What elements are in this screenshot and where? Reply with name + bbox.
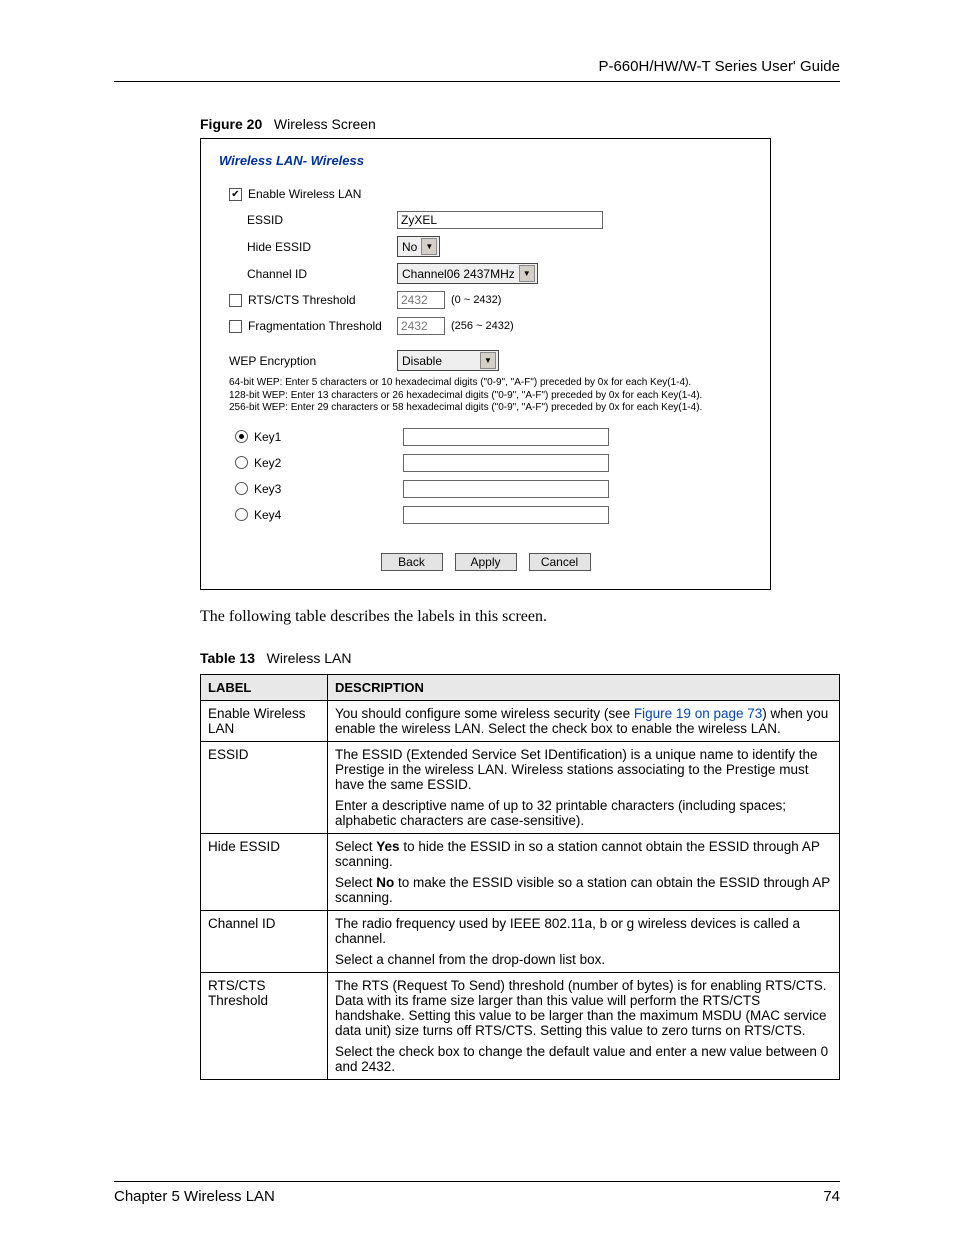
dropdown-arrow-icon: ▼ xyxy=(519,265,535,282)
rts-label: RTS/CTS Threshold xyxy=(248,293,356,307)
footer-page: 74 xyxy=(823,1188,840,1205)
key4-label: Key4 xyxy=(254,508,281,522)
description-table: LABEL DESCRIPTION Enable Wireless LANYou… xyxy=(200,674,840,1080)
key2-input[interactable] xyxy=(403,454,609,472)
row-desc: The RTS (Request To Send) threshold (num… xyxy=(328,972,840,1079)
row-desc: Select Yes to hide the ESSID in so a sta… xyxy=(328,833,840,910)
screenshot-breadcrumb: Wireless LAN- Wireless xyxy=(219,153,752,168)
hide-essid-value: No xyxy=(402,240,417,254)
row-desc: You should configure some wireless secur… xyxy=(328,700,840,741)
channel-id-label: Channel ID xyxy=(247,267,307,281)
th-desc: DESCRIPTION xyxy=(328,674,840,700)
table-row: Enable Wireless LANYou should configure … xyxy=(201,700,840,741)
cross-ref-link[interactable]: Figure 19 on page 73 xyxy=(634,706,762,721)
table-row: Hide ESSIDSelect Yes to hide the ESSID i… xyxy=(201,833,840,910)
running-header: P-660H/HW/W-T Series User' Guide xyxy=(114,58,840,82)
wep-label: WEP Encryption xyxy=(229,354,316,368)
key3-radio[interactable] xyxy=(235,482,248,495)
enable-wlan-label: Enable Wireless LAN xyxy=(248,187,361,201)
frag-checkbox[interactable] xyxy=(229,320,242,333)
frag-label: Fragmentation Threshold xyxy=(248,319,382,333)
figure-label: Figure 20 xyxy=(200,116,262,132)
essid-label: ESSID xyxy=(247,213,283,227)
figure-caption: Figure 20 Wireless Screen xyxy=(200,116,840,132)
frag-range: (256 ~ 2432) xyxy=(451,320,514,332)
table-row: Channel IDThe radio frequency used by IE… xyxy=(201,910,840,972)
table-row: RTS/CTS ThresholdThe RTS (Request To Sen… xyxy=(201,972,840,1079)
rts-checkbox[interactable] xyxy=(229,294,242,307)
key3-input[interactable] xyxy=(403,480,609,498)
wireless-screenshot: Wireless LAN- Wireless ✔ Enable Wireless… xyxy=(200,138,771,590)
wep-note: 64-bit WEP: Enter 5 characters or 10 hex… xyxy=(229,377,752,415)
back-button[interactable]: Back xyxy=(381,553,443,571)
row-desc: The ESSID (Extended Service Set IDentifi… xyxy=(328,741,840,833)
row-label: Channel ID xyxy=(201,910,328,972)
wep-value: Disable xyxy=(402,354,442,368)
dropdown-arrow-icon: ▼ xyxy=(421,238,437,255)
row-label: ESSID xyxy=(201,741,328,833)
row-desc: The radio frequency used by IEEE 802.11a… xyxy=(328,910,840,972)
table-title: Wireless LAN xyxy=(267,650,352,666)
key1-label: Key1 xyxy=(254,430,281,444)
row-label: RTS/CTS Threshold xyxy=(201,972,328,1079)
frag-input[interactable] xyxy=(397,317,445,335)
footer-chapter: Chapter 5 Wireless LAN xyxy=(114,1188,275,1205)
key2-label: Key2 xyxy=(254,456,281,470)
table-row: ESSIDThe ESSID (Extended Service Set IDe… xyxy=(201,741,840,833)
rts-range: (0 ~ 2432) xyxy=(451,294,501,306)
channel-id-value: Channel06 2437MHz xyxy=(402,267,515,281)
key4-input[interactable] xyxy=(403,506,609,524)
row-label: Hide ESSID xyxy=(201,833,328,910)
channel-id-select[interactable]: Channel06 2437MHz ▼ xyxy=(397,263,538,284)
hide-essid-label: Hide ESSID xyxy=(247,240,311,254)
wep-note-line2: 128-bit WEP: Enter 13 characters or 26 h… xyxy=(229,390,752,403)
enable-wlan-checkbox[interactable]: ✔ xyxy=(229,188,242,201)
wep-select[interactable]: Disable ▼ xyxy=(397,350,499,371)
essid-input[interactable] xyxy=(397,211,603,229)
th-label: LABEL xyxy=(201,674,328,700)
figure-title: Wireless Screen xyxy=(274,116,376,132)
table-label: Table 13 xyxy=(200,650,255,666)
wep-note-line3: 256-bit WEP: Enter 29 characters or 58 h… xyxy=(229,402,752,415)
row-label: Enable Wireless LAN xyxy=(201,700,328,741)
cancel-button[interactable]: Cancel xyxy=(529,553,591,571)
page-footer: Chapter 5 Wireless LAN 74 xyxy=(114,1181,840,1205)
key3-label: Key3 xyxy=(254,482,281,496)
hide-essid-select[interactable]: No ▼ xyxy=(397,236,440,257)
rts-input[interactable] xyxy=(397,291,445,309)
apply-button[interactable]: Apply xyxy=(455,553,517,571)
intro-paragraph: The following table describes the labels… xyxy=(200,608,840,626)
wep-note-line1: 64-bit WEP: Enter 5 characters or 10 hex… xyxy=(229,377,752,390)
key4-radio[interactable] xyxy=(235,508,248,521)
dropdown-arrow-icon: ▼ xyxy=(480,352,496,369)
key1-input[interactable] xyxy=(403,428,609,446)
key1-radio[interactable] xyxy=(235,430,248,443)
key2-radio[interactable] xyxy=(235,456,248,469)
table-caption: Table 13 Wireless LAN xyxy=(200,650,840,666)
